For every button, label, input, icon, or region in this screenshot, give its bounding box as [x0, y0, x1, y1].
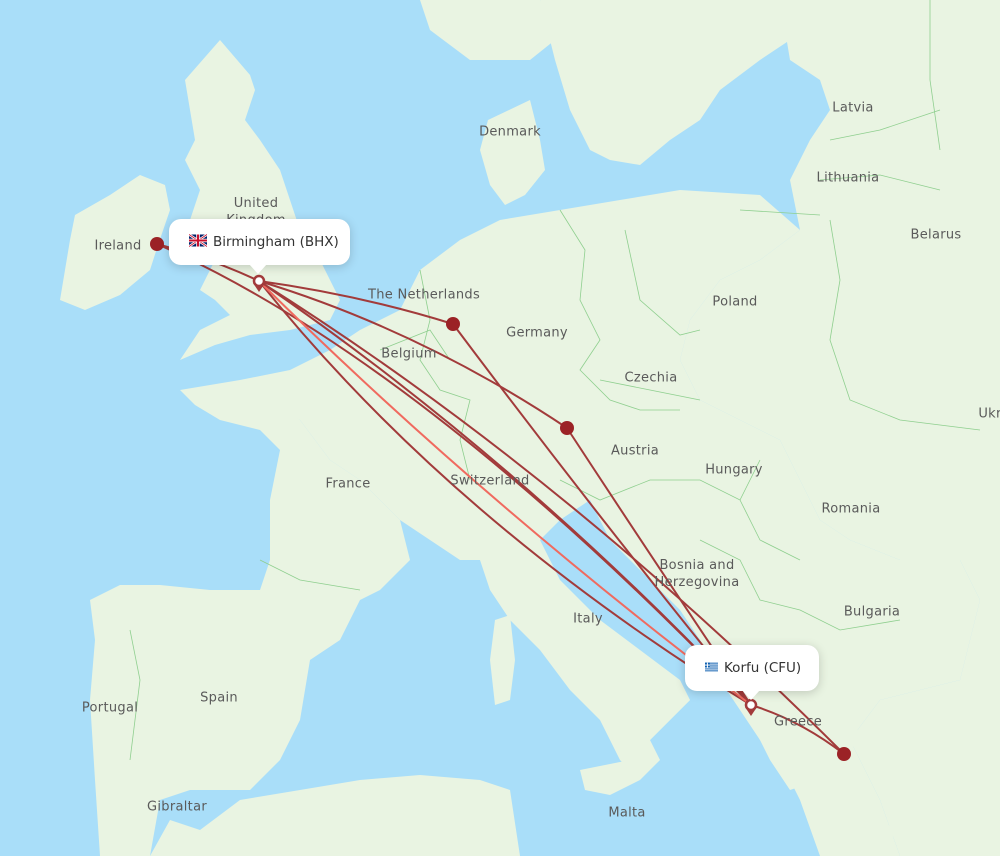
origin-popup[interactable]: Birmingham (BHX) — [169, 219, 350, 274]
destination-popup[interactable]: Korfu (CFU) — [685, 645, 819, 700]
country-label-france: France — [325, 476, 371, 492]
country-label-malta: Malta — [608, 805, 646, 821]
country-label-spain: Spain — [200, 690, 238, 706]
country-label-belarus: Belarus — [910, 227, 962, 243]
country-label-ukraine: Ukr — [978, 406, 1000, 422]
destination-label: Korfu (CFU) — [724, 660, 802, 676]
country-label-netherlands: The Netherlands — [367, 287, 481, 303]
stopover-dot-munich[interactable] — [560, 421, 574, 435]
country-label-gibraltar: Gibraltar — [147, 799, 207, 815]
uk-flag-icon — [188, 233, 208, 251]
country-label-italy: Italy — [573, 611, 603, 627]
country-label-bulgaria: Bulgaria — [843, 604, 901, 620]
origin-label: Birmingham (BHX) — [213, 234, 339, 250]
country-label-lithuania: Lithuania — [816, 170, 880, 186]
country-label-portugal: Portugal — [81, 700, 139, 716]
country-label-czechia: Czechia — [624, 370, 678, 386]
country-label-greece: Greece — [773, 714, 823, 730]
country-label-latvia: Latvia — [832, 100, 874, 116]
country-label-bosnia: Bosnia and Herzegovina — [654, 558, 740, 590]
country-label-germany: Germany — [506, 325, 568, 341]
country-label-denmark: Denmark — [479, 124, 541, 140]
country-label-poland: Poland — [712, 294, 758, 310]
country-label-ireland: Ireland — [94, 238, 142, 254]
country-label-belgium: Belgium — [381, 346, 437, 362]
country-label-romania: Romania — [821, 501, 881, 517]
country-label-hungary: Hungary — [705, 462, 763, 478]
stopover-dot-dusseldorf[interactable] — [446, 317, 460, 331]
country-label-austria: Austria — [610, 443, 660, 459]
country-label-switzerland: Switzerland — [450, 473, 530, 489]
stopover-dot-athens[interactable] — [837, 747, 851, 761]
stopover-dot-dublin[interactable] — [150, 237, 164, 251]
greece-flag-icon — [705, 660, 718, 676]
